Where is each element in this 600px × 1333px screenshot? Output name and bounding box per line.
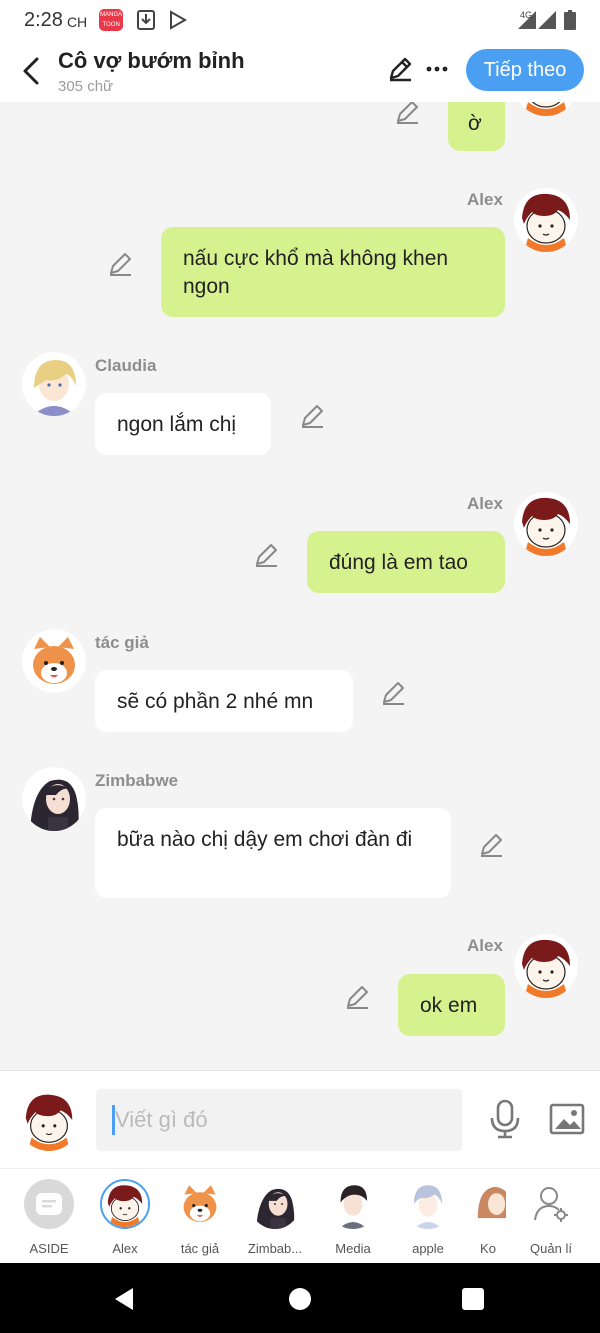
edit-message-icon[interactable]: [380, 680, 406, 706]
back-button[interactable]: [8, 41, 54, 101]
input-placeholder: Viết gì đó: [115, 1107, 208, 1132]
battery-icon: [564, 10, 576, 30]
character-ko[interactable]: Ko: [470, 1179, 506, 1256]
zimbabwe-avatar: [250, 1179, 300, 1229]
microphone-icon[interactable]: [488, 1099, 522, 1139]
message-bubble[interactable]: nấu cực khổ mà không khen ngon: [161, 227, 505, 317]
media-avatar: [328, 1179, 378, 1229]
sender-name: Alex: [467, 494, 503, 513]
author-avatar: [175, 1179, 225, 1229]
character-label: Media: [335, 1241, 371, 1256]
more-dots-icon: [426, 66, 448, 72]
character-media[interactable]: Media: [318, 1179, 388, 1256]
ko-avatar: [470, 1179, 506, 1229]
nav-recents-icon[interactable]: [462, 1288, 484, 1310]
download-icon: [137, 10, 156, 30]
message-input[interactable]: Viết gì đó: [96, 1089, 462, 1151]
apple-avatar: [403, 1179, 453, 1229]
sender-name: Alex: [467, 936, 503, 955]
character-bar: ASIDE Alex tác giả Zimbab... Media apple…: [0, 1168, 600, 1263]
message-bubble[interactable]: ờ: [448, 102, 505, 151]
status-bar: 2:28 CH MANGA TOON 4G: [0, 0, 600, 40]
alex-avatar[interactable]: [514, 934, 578, 998]
aside-icon: [24, 1179, 74, 1229]
alex-avatar[interactable]: [514, 492, 578, 556]
more-options-button[interactable]: [422, 54, 452, 84]
character-label: tác giả: [180, 1241, 220, 1256]
edit-title-button[interactable]: [385, 54, 415, 84]
network-type: 4G: [519, 10, 532, 20]
message-composer: Viết gì đó: [0, 1070, 600, 1168]
author-avatar[interactable]: [22, 629, 86, 693]
word-count: 305 chữ: [58, 77, 114, 95]
alex-avatar[interactable]: [514, 102, 578, 116]
message-bubble[interactable]: sẽ có phần 2 nhé mn: [95, 670, 353, 732]
nav-back-icon[interactable]: [113, 1287, 135, 1311]
chat-thread[interactable]: ờ Alex nấu cực khổ mà không khen ngon Cl…: [0, 102, 600, 1070]
chevron-left-icon: [23, 57, 39, 85]
character-apple[interactable]: apple: [393, 1179, 463, 1256]
next-button[interactable]: Tiếp theo: [466, 49, 584, 91]
edit-message-icon[interactable]: [478, 832, 504, 858]
message-bubble[interactable]: ok em: [398, 974, 505, 1036]
current-character-avatar[interactable]: [18, 1089, 80, 1151]
page-title: Cô vợ bướm bỉnh: [58, 47, 245, 73]
message-bubble[interactable]: ngon lắm chị: [95, 393, 271, 455]
status-time: 2:28: [24, 8, 63, 31]
manage-characters-button[interactable]: Quản lí: [516, 1179, 586, 1256]
claudia-avatar[interactable]: [22, 352, 86, 416]
edit-message-icon[interactable]: [253, 542, 279, 568]
character-alex[interactable]: Alex: [90, 1179, 160, 1256]
sender-name: Alex: [467, 190, 503, 209]
app-header: Cô vợ bướm bỉnh 305 chữ Tiếp theo: [0, 40, 600, 102]
zimbabwe-avatar[interactable]: [22, 767, 86, 831]
edit-message-icon[interactable]: [107, 251, 133, 277]
sender-name: tác giả: [95, 633, 149, 652]
character-aside[interactable]: ASIDE: [14, 1179, 84, 1256]
alex-avatar[interactable]: [514, 188, 578, 252]
character-label: Quản lí: [530, 1241, 572, 1256]
message-bubble[interactable]: đúng là em tao: [307, 531, 505, 593]
edit-message-icon[interactable]: [394, 102, 420, 125]
system-nav-bar: [0, 1263, 600, 1333]
character-author[interactable]: tác giả: [165, 1179, 235, 1256]
edit-message-icon[interactable]: [299, 403, 325, 429]
play-store-icon: [170, 10, 188, 30]
character-label: apple: [412, 1241, 444, 1256]
image-icon[interactable]: [549, 1103, 585, 1135]
pencil-icon: [389, 57, 412, 82]
mangatoon-app-icon: MANGA TOON: [99, 9, 124, 31]
edit-message-icon[interactable]: [344, 984, 370, 1010]
sender-name: Zimbabwe: [95, 771, 179, 790]
character-zimbabwe[interactable]: Zimbab...: [240, 1179, 310, 1256]
nav-home-icon[interactable]: [289, 1288, 311, 1310]
signal-icon-2: [538, 11, 556, 29]
character-label: ASIDE: [29, 1241, 69, 1256]
character-label: Ko: [480, 1241, 496, 1256]
character-label: Alex: [112, 1241, 138, 1256]
alex-avatar: [100, 1179, 150, 1229]
status-ampm: CH: [66, 14, 88, 30]
sender-name: Claudia: [95, 356, 157, 375]
message-bubble[interactable]: bữa nào chị dậy em chơi đàn đi: [95, 808, 451, 898]
user-settings-icon: [526, 1179, 576, 1229]
character-label: Zimbab...: [247, 1241, 303, 1256]
title-group: Cô vợ bướm bỉnh 305 chữ: [58, 48, 245, 95]
